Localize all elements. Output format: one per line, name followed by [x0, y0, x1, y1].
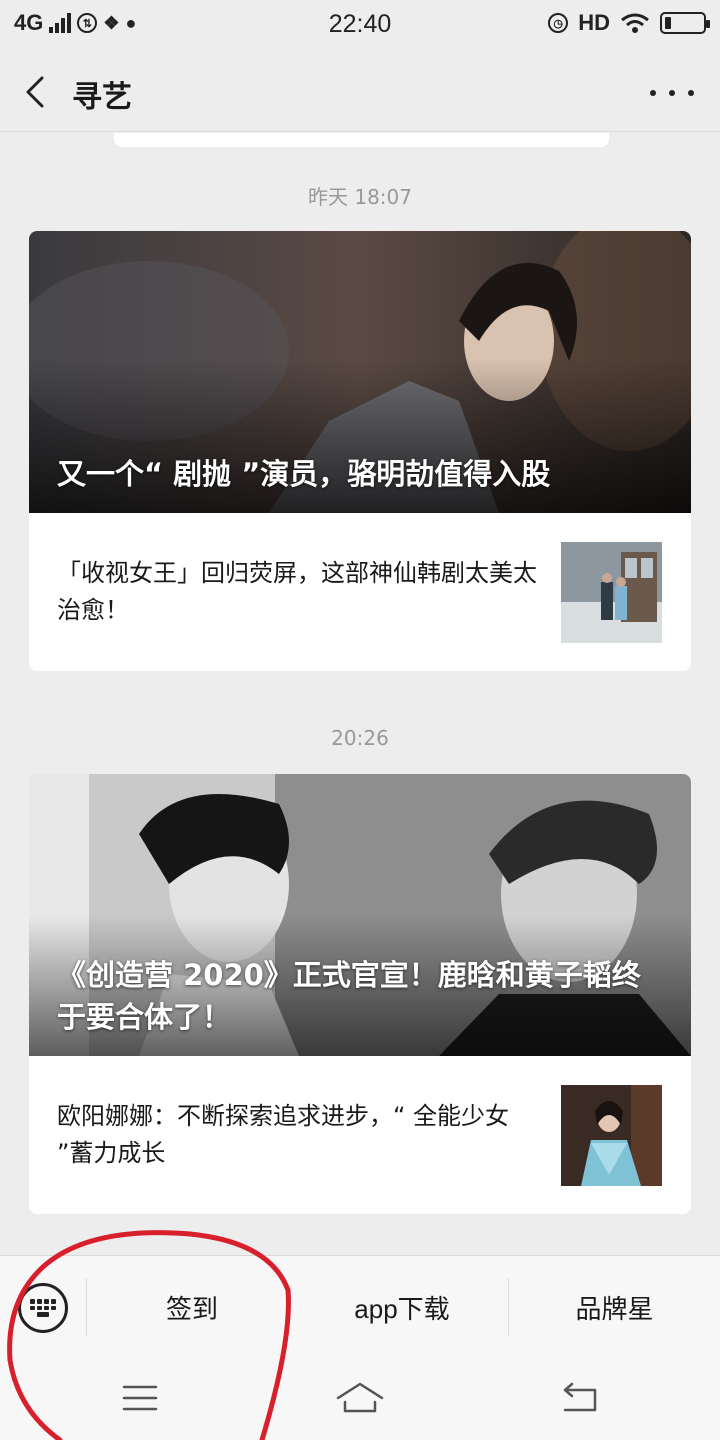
- menu-item-app-download[interactable]: app下载: [297, 1256, 507, 1359]
- system-menu-button[interactable]: [115, 1378, 165, 1418]
- nav-bar: 寻艺: [0, 52, 720, 132]
- battery-icon: [660, 12, 710, 34]
- message-feed[interactable]: 昨天 18:07 又一个“ 剧抛 ”演员，骆明劼值得入股 「收视女王」回归荧屏，…: [0, 133, 720, 1255]
- hero-article[interactable]: 《创造营 2020》正式官宣！鹿晗和黄子韬终于要合体了！: [29, 774, 691, 1056]
- status-bar: 4G ⇅ ❖ ● 22:40 ◷ HD: [0, 0, 720, 52]
- hd-label: HD: [578, 10, 610, 35]
- sub-article-title: 「收视女王」回归荧屏，这部神仙韩剧太美太治愈！: [57, 559, 537, 624]
- hero-title: 又一个“ 剧抛 ”演员，骆明劼值得入股: [57, 457, 551, 491]
- custom-menu-bar: 签到 app下载 品牌星: [0, 1255, 720, 1358]
- sub-article[interactable]: 「收视女王」回归荧屏，这部神仙韩剧太美太治愈！: [29, 513, 691, 671]
- system-back-button[interactable]: [555, 1378, 605, 1418]
- home-icon: [336, 1382, 384, 1413]
- more-dots-icon: [650, 90, 656, 96]
- system-navigation-bar: [0, 1358, 720, 1440]
- previous-card-tail[interactable]: [114, 133, 609, 147]
- menu-item-brand-star[interactable]: 品牌星: [509, 1256, 720, 1359]
- hamburger-icon: [122, 1385, 158, 1411]
- article-card: 又一个“ 剧抛 ”演员，骆明劼值得入股 「收视女王」回归荧屏，这部神仙韩剧太美太…: [29, 231, 691, 671]
- timestamp: 20:26: [331, 726, 389, 750]
- keyboard-icon: [30, 1299, 56, 1317]
- status-right: ◷ HD: [548, 10, 710, 36]
- sub-article-thumbnail: [561, 542, 662, 643]
- page-title: 寻艺: [72, 80, 132, 115]
- sub-article-title: 欧阳娜娜：不断探索追求进步，“ 全能少女 ”蓄力成长: [57, 1102, 510, 1167]
- chevron-left-icon: [26, 76, 44, 108]
- back-button[interactable]: [18, 70, 58, 114]
- timestamp: 昨天 18:07: [308, 185, 412, 209]
- system-home-button[interactable]: [335, 1378, 385, 1418]
- hero-title: 《创造营 2020》正式官宣！鹿晗和黄子韬终于要合体了！: [57, 958, 641, 1034]
- more-button[interactable]: [650, 76, 694, 110]
- hero-article[interactable]: 又一个“ 剧抛 ”演员，骆明劼值得入股: [29, 231, 691, 513]
- wifi-icon: [621, 13, 649, 33]
- menu-item-checkin[interactable]: 签到: [87, 1256, 297, 1359]
- sub-article-thumbnail: [561, 1085, 662, 1186]
- sub-article[interactable]: 欧阳娜娜：不断探索追求进步，“ 全能少女 ”蓄力成长: [29, 1056, 691, 1214]
- article-card: 《创造营 2020》正式官宣！鹿晗和黄子韬终于要合体了！ 欧阳娜娜：不断探索追求…: [29, 774, 691, 1214]
- keyboard-toggle-button[interactable]: [18, 1283, 68, 1333]
- alarm-icon: ◷: [548, 13, 569, 33]
- return-icon: [563, 1382, 597, 1412]
